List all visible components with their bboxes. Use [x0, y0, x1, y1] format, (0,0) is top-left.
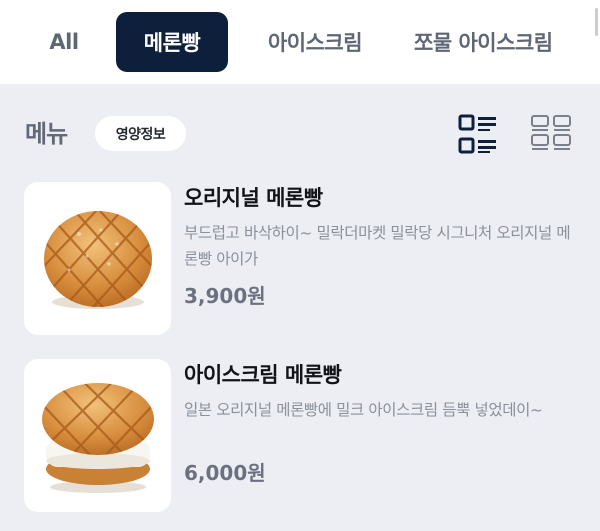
item-thumbnail[interactable]	[24, 182, 171, 335]
list-view-button[interactable]	[455, 112, 501, 156]
item-thumbnail[interactable]	[24, 359, 171, 512]
item-description: 부드럽고 바삭하이~ 밀락더마켓 밀락당 시그니처 오리지널 메론빵 아이가	[184, 224, 571, 268]
tab-ice-cream[interactable]: 아이스크림	[245, 12, 385, 72]
tab-all[interactable]: All	[34, 12, 94, 72]
melon-bread-icon	[43, 210, 152, 309]
grid-view-icon	[531, 115, 571, 150]
ice-cream-melon-bread-icon	[41, 382, 154, 493]
tab-melon-bread[interactable]: 메론빵	[116, 12, 228, 72]
nutrition-info-button[interactable]: 영양정보	[95, 116, 186, 151]
menu-item[interactable]: 아이스크림 메론빵 일본 오리지널 메론빵에 밀크 아이스크림 듬뿍 넣었데이~…	[0, 357, 600, 517]
tab-jjomul-ice-cream[interactable]: 쪼물 아이스크림	[414, 12, 600, 72]
item-price: 6,000원	[184, 461, 266, 485]
item-name: 오리지널 메론빵	[184, 186, 323, 210]
grid-view-button[interactable]	[528, 112, 574, 156]
menu-title: 메뉴	[25, 120, 68, 148]
item-price: 3,900원	[184, 284, 266, 308]
category-tab-bar: All 메론빵 아이스크림 쪼물 아이스크림	[0, 0, 600, 84]
list-view-icon	[458, 114, 496, 154]
item-description: 일본 오리지널 메론빵에 밀크 아이스크림 듬뿍 넣었데이~	[184, 401, 543, 419]
scrollbar[interactable]	[595, 8, 598, 36]
menu-item[interactable]: 오리지널 메론빵 부드럽고 바삭하이~ 밀락더마켓 밀락당 시그니처 오리지널 …	[0, 180, 600, 340]
item-name: 아이스크림 메론빵	[184, 363, 342, 387]
